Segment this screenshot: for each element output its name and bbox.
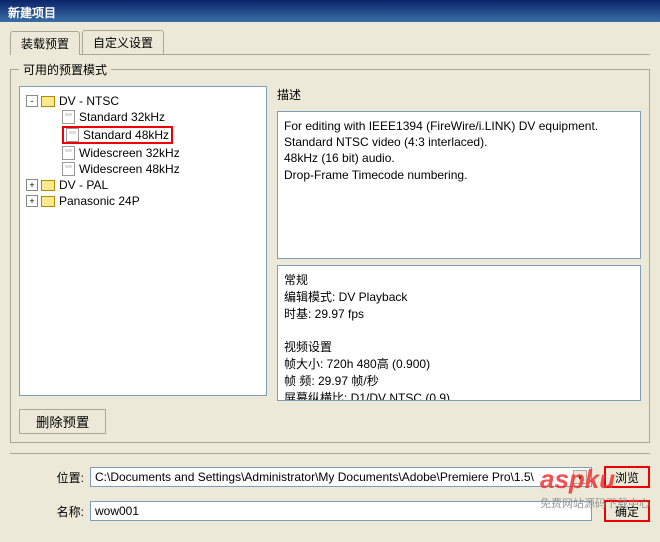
tree-preset-wide48[interactable]: Widescreen 48kHz	[26, 161, 260, 177]
preset-tree[interactable]: - DV - NTSC Standard 32kHz Standard 48kH…	[19, 86, 267, 396]
preset-fieldset: 可用的预置模式 - DV - NTSC Standard 32kHz Stand…	[10, 61, 650, 443]
delete-preset-button[interactable]: 删除预置	[19, 409, 106, 434]
tree-label: Widescreen 48kHz	[79, 162, 180, 176]
location-row: 位置: C:\Documents and Settings\Administra…	[10, 466, 650, 488]
expand-icon[interactable]: +	[26, 179, 38, 191]
name-input[interactable]	[90, 501, 592, 521]
tree-preset-std48[interactable]: Standard 48kHz	[26, 125, 260, 145]
footer-panel: 位置: C:\Documents and Settings\Administra…	[10, 453, 650, 522]
tree-label: Standard 32kHz	[79, 110, 165, 124]
expand-icon[interactable]: +	[26, 195, 38, 207]
ok-button[interactable]: 确定	[604, 500, 650, 522]
name-label: 名称:	[40, 503, 84, 520]
description-column: 描述 For editing with IEEE1394 (FireWire/i…	[277, 86, 641, 401]
location-label: 位置:	[40, 469, 84, 486]
tree-folder-dv-ntsc[interactable]: - DV - NTSC	[26, 93, 260, 109]
tree-label: Standard 48kHz	[83, 128, 169, 142]
preset-icon	[62, 146, 75, 160]
tree-folder-dv-pal[interactable]: + DV - PAL	[26, 177, 260, 193]
tab-custom-settings[interactable]: 自定义设置	[82, 30, 164, 54]
preset-legend: 可用的预置模式	[19, 61, 111, 78]
preset-icon	[66, 128, 79, 142]
location-combobox[interactable]: C:\Documents and Settings\Administrator\…	[90, 467, 592, 487]
tree-label: DV - PAL	[59, 178, 108, 192]
tree-label: Widescreen 32kHz	[79, 146, 180, 160]
tree-preset-std32[interactable]: Standard 32kHz	[26, 109, 260, 125]
title-bar: 新建项目	[0, 0, 660, 22]
spec-textarea[interactable]: 常规 编辑模式: DV Playback 时基: 29.97 fps 视频设置 …	[277, 265, 641, 401]
folder-icon	[41, 196, 55, 207]
preset-icon	[62, 110, 75, 124]
folder-icon	[41, 96, 55, 107]
preset-icon	[62, 162, 75, 176]
tree-folder-panasonic[interactable]: + Panasonic 24P	[26, 193, 260, 209]
dialog-content: 装载预置 自定义设置 可用的预置模式 - DV - NTSC Standard …	[0, 22, 660, 542]
description-label: 描述	[277, 86, 641, 103]
folder-icon	[41, 180, 55, 191]
browse-button[interactable]: 浏览	[604, 466, 650, 488]
collapse-icon[interactable]: -	[26, 95, 38, 107]
tree-label: DV - NTSC	[59, 94, 119, 108]
tree-preset-wide32[interactable]: Widescreen 32kHz	[26, 145, 260, 161]
tree-label: Panasonic 24P	[59, 194, 140, 208]
description-textarea[interactable]: For editing with IEEE1394 (FireWire/i.LI…	[277, 111, 641, 259]
tab-bar: 装载预置 自定义设置	[10, 30, 650, 55]
window-title: 新建项目	[8, 6, 56, 20]
tab-load-preset[interactable]: 装载预置	[10, 31, 80, 55]
selected-highlight: Standard 48kHz	[62, 126, 173, 144]
chevron-down-icon[interactable]: ▾	[573, 470, 587, 484]
location-value: C:\Documents and Settings\Administrator\…	[95, 470, 534, 484]
name-row: 名称: 确定	[10, 500, 650, 522]
